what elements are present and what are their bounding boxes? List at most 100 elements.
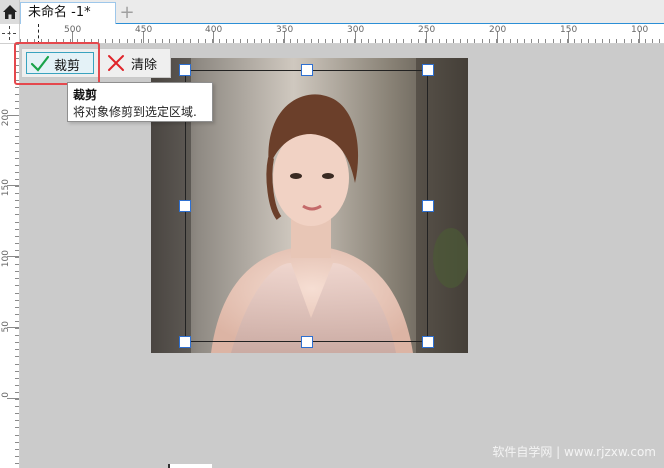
ruler-tick [389,39,391,43]
ruler-tick [15,264,19,266]
plus-icon: + [119,2,135,23]
ruler-tick [15,164,19,166]
ruler-tick [15,328,19,329]
ruler-label: 450 [135,25,153,35]
ruler-tick [481,39,483,43]
ruler-label: 300 [347,25,365,35]
ruler-tick [15,285,19,287]
ruler-tick [15,363,19,365]
ruler-tick [346,39,348,43]
ruler-tick [240,39,242,43]
ruler-tick [162,39,163,43]
ruler-tick [623,39,625,43]
ruler-label: 150 [1,179,11,197]
crop-handle-top[interactable] [301,64,313,76]
ruler-label: 200 [489,25,507,35]
ruler-tick [438,39,440,43]
ruler-tick [15,136,19,138]
ruler-tick [517,39,518,43]
ruler-tick [233,39,234,43]
ruler-tick [467,39,469,43]
horizontal-ruler[interactable]: 500 450 400 350 300 250 200 150 100 [20,24,664,44]
ruler-tick [15,221,19,223]
ruler-tick [431,39,433,43]
clear-button-label: 清除 [131,58,158,73]
ruler-tick [311,39,313,43]
ruler-tick [218,39,220,43]
ruler-major-tick [7,398,19,399]
ruler-tick [509,39,511,43]
horizontal-scrollbar[interactable] [168,464,212,468]
ruler-tick [169,39,171,43]
document-tab-bar: 未命名 -1* + [0,0,664,24]
ruler-tick [15,370,19,372]
ruler-tick [15,278,19,280]
ruler-tick [15,420,19,422]
ruler-tick [332,39,334,43]
ruler-tick [15,320,19,322]
crop-handle-left[interactable] [179,200,191,212]
ruler-tick [183,39,185,43]
ruler-tick [595,39,597,43]
tooltip-description: 将对象修剪到选定区域. [73,105,197,119]
crop-handle-bottom-right[interactable] [422,336,434,348]
ruler-tick [375,39,376,43]
ruler-tick [15,157,19,159]
ruler-tick [133,39,135,43]
ruler-tick [559,39,561,43]
ruler-label: 350 [276,25,294,35]
document-tab[interactable]: 未命名 -1* [20,2,116,24]
cross-icon [108,55,124,71]
document-tab-title: 未命名 -1* [28,5,91,20]
ruler-label: 50 [1,321,11,333]
crop-selection-box[interactable] [185,70,428,342]
ruler-tick [15,100,19,102]
ruler-tick [552,39,554,43]
watermark: 软件自学网 | www.rjzxw.com [492,445,656,459]
ruler-tick [15,292,19,294]
ruler-tick [15,306,19,308]
crop-handle-right[interactable] [422,200,434,212]
ruler-corner[interactable] [0,24,20,44]
ruler-tick [15,377,19,379]
ruler-tick [15,143,19,145]
ruler-tick [15,441,19,443]
ruler-tick [289,39,291,43]
crop-handle-top-left[interactable] [179,64,191,76]
vertical-ruler[interactable]: 200 150 100 50 0 [0,44,20,468]
ruler-tick [197,39,199,43]
home-button[interactable] [0,0,20,24]
ruler-tick [15,93,19,95]
ruler-label: 250 [418,25,436,35]
ruler-tick [15,235,19,237]
ruler-tick [382,39,384,43]
ruler-tick [15,413,19,415]
ruler-tick [460,39,462,43]
ruler-tick [403,39,405,43]
ruler-tick [15,228,19,230]
ruler-tick [616,39,618,43]
ruler-tick [254,39,256,43]
ruler-tick [15,122,19,124]
ruler-label: 150 [560,25,578,35]
crop-handle-bottom-left[interactable] [179,336,191,348]
ruler-tick [112,39,114,43]
crop-button-highlight [14,42,100,85]
ruler-tick [545,39,547,43]
ruler-guide-line [38,24,39,44]
crop-handle-top-right[interactable] [422,64,434,76]
ruler-tick [360,39,362,43]
ruler-label: 0 [1,392,11,398]
ruler-tick [15,86,19,88]
ruler-tick [275,39,277,43]
crop-handle-bottom[interactable] [301,336,313,348]
ruler-tick [15,171,19,173]
ruler-tick [15,150,19,152]
ruler-tick [15,242,19,244]
ruler-tick [15,207,19,209]
ruler-label: 100 [1,250,11,268]
ruler-tick [15,391,19,393]
new-tab-button[interactable]: + [117,4,137,22]
ruler-tick [15,313,19,315]
clear-button[interactable]: 清除 [102,52,166,74]
